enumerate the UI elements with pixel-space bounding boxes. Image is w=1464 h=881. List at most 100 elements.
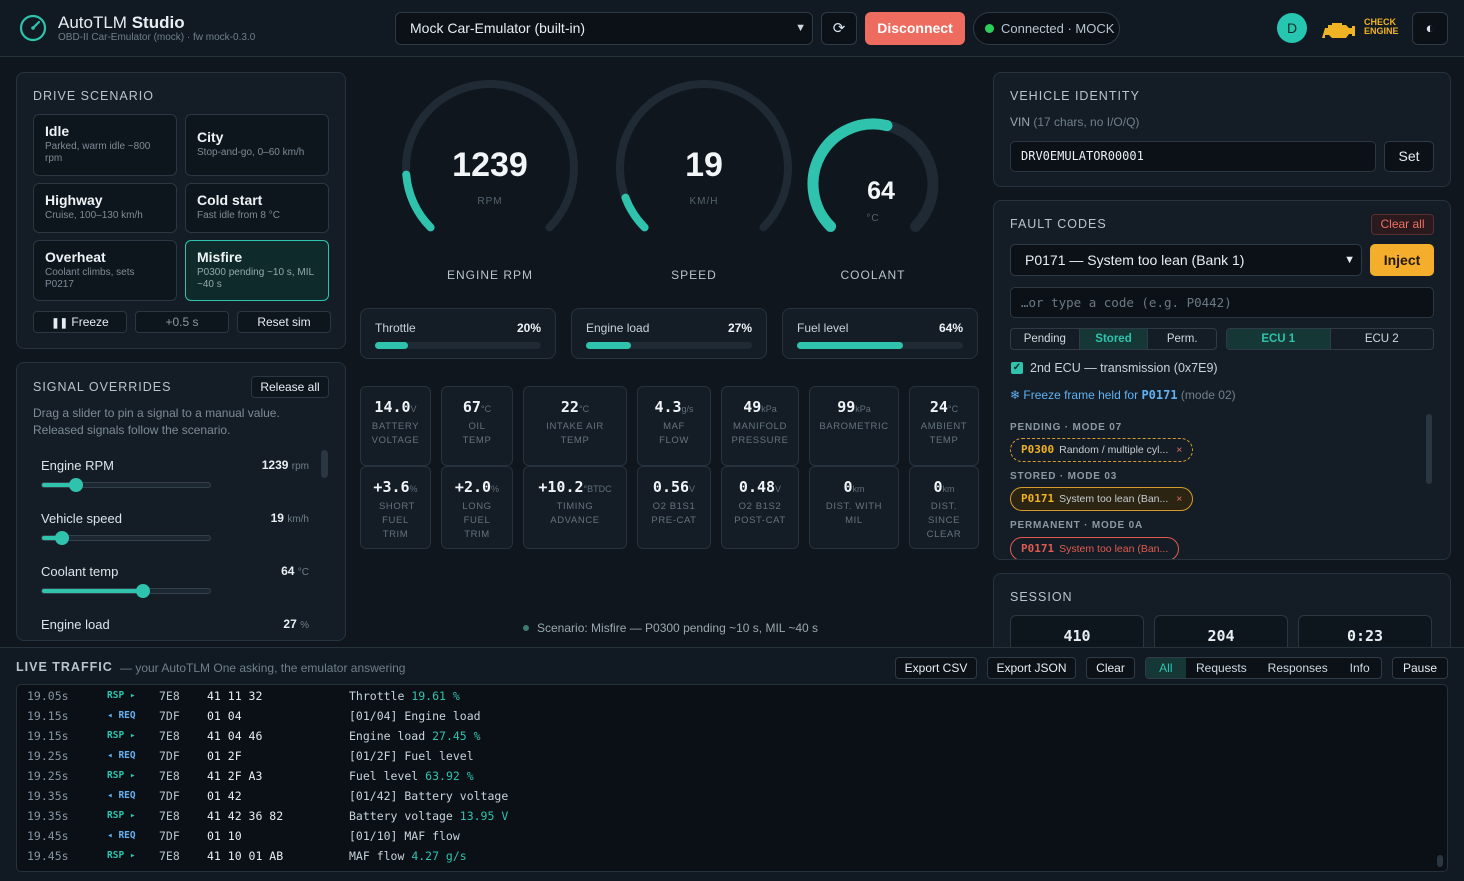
tile-manifold-pressure: 49kPa MANIFOLD PRESSURE	[721, 386, 799, 466]
log-bytes: 01 2F	[207, 749, 242, 763]
type-stored[interactable]: Stored	[1079, 329, 1149, 349]
log-bytes: 41 10 01 AB	[207, 849, 284, 863]
clear-log-button[interactable]: Clear	[1086, 657, 1135, 679]
pending-dtc-chip: P0300 Random / multiple cyl... ×	[1010, 438, 1194, 462]
refresh-button[interactable]: ⟳	[821, 12, 857, 45]
filter-info[interactable]: Info	[1338, 658, 1381, 678]
override-value: 1239 rpm	[261, 458, 309, 472]
engine-load-card: Engine load 27%	[571, 308, 767, 359]
engine-rpm-slider[interactable]	[41, 478, 211, 492]
tile-dist-with-mil: 0km DIST. WITH MIL	[809, 466, 899, 549]
vin-input[interactable]: DRV0EMULATOR00001	[1010, 141, 1376, 172]
ecu-1[interactable]: ECU 1	[1227, 329, 1331, 349]
remove-icon[interactable]: ×	[1176, 444, 1182, 456]
filter-responses[interactable]: Responses	[1257, 658, 1338, 678]
traffic-log[interactable]: 19.05s RSP ▸ 7E8 41 11 32 Throttle 19.61 % 19…	[16, 684, 1448, 872]
log-can-id: 7E8	[159, 809, 180, 823]
log-direction: RSP ▸	[107, 730, 136, 741]
tile-dist-since-clear: 0km DIST. SINCE CLEAR	[909, 466, 979, 549]
scenario-overheat[interactable]: Overheat Coolant climbs, sets P0217	[33, 240, 177, 301]
remove-icon[interactable]: ×	[1176, 493, 1182, 505]
filter-requests[interactable]: Requests	[1186, 658, 1257, 678]
pause-button[interactable]: Pause	[1392, 657, 1448, 679]
log-can-id: 7DF	[159, 749, 180, 763]
log-bytes: 01 10	[207, 829, 242, 843]
code-type-toggle: Pending Stored Perm.	[1010, 328, 1217, 350]
log-decoded: Battery voltage 13.95 V	[349, 809, 509, 823]
log-decoded: [01/04] Engine load	[349, 709, 481, 723]
log-can-id: 7E8	[159, 769, 180, 783]
step-button[interactable]: +0.5 s	[135, 311, 229, 333]
log-can-id: 7E8	[159, 729, 180, 743]
scrollbar-thumb[interactable]	[321, 450, 328, 478]
log-direction: RSP ▸	[107, 770, 136, 781]
tile-ambient-temp: 24°C AMBIENT TEMP	[909, 386, 979, 466]
coolant-temp-slider[interactable]	[41, 584, 211, 598]
permanent-dtc-chip: P0171 System too lean (Ban...	[1010, 537, 1180, 559]
coolant-label: COOLANT	[840, 268, 906, 282]
scenario-highway[interactable]: Highway Cruise, 100–130 km/h	[33, 183, 177, 233]
scrollbar-thumb[interactable]	[1437, 855, 1443, 867]
scrollbar-thumb[interactable]	[1426, 414, 1432, 484]
release-all-button[interactable]: Release all	[251, 376, 329, 398]
log-row: 19.45s RSP ▸ 7E8 41 10 01 AB MAF flow 4.27 g…	[17, 846, 1447, 866]
freeze-frame-note: ❄ Freeze frame held for P0171 (mode 02)	[1010, 388, 1236, 402]
traffic-filter: All Requests Responses Info	[1145, 657, 1382, 679]
filter-all[interactable]: All	[1146, 658, 1186, 678]
log-bytes: 01 04	[207, 709, 242, 723]
scenario-misfire[interactable]: Misfire P0300 pending ~10 s, MIL ~40 s	[185, 240, 329, 301]
scenario-idle[interactable]: Idle Parked, warm idle ~800 rpm	[33, 114, 177, 176]
tile-timing-advance: +10.2°BTDC TIMING ADVANCE	[523, 466, 627, 549]
tile-o2-post-cat: 0.48V O2 B1S2 POST-CAT	[721, 466, 799, 549]
export-json-button[interactable]: Export JSON	[987, 657, 1076, 679]
export-csv-button[interactable]: Export CSV	[895, 657, 977, 679]
log-row: 19.25s ◂ REQ 7DF 01 2F [01/2F] Fuel level	[17, 746, 1447, 766]
second-ecu-checkbox[interactable]: ✓	[1011, 362, 1023, 374]
disconnect-button[interactable]: Disconnect	[865, 12, 965, 45]
log-row: 19.15s ◂ REQ 7DF 01 04 [01/04] Engine load	[17, 706, 1447, 726]
freeze-button[interactable]: ❚❚ Freeze	[33, 311, 127, 333]
rpm-unit: RPM	[477, 196, 503, 207]
vehicle-speed-slider[interactable]	[41, 531, 211, 545]
log-can-id: 7DF	[159, 789, 180, 803]
check-engine-icon	[1322, 23, 1355, 38]
engine-load-bar-fill	[586, 342, 631, 349]
avatar[interactable]: D	[1277, 13, 1307, 43]
log-direction: ◂ REQ	[107, 710, 136, 721]
coolant-value: 64	[867, 177, 895, 205]
reset-sim-button[interactable]: Reset sim	[237, 311, 331, 333]
coolant-unit: °C	[866, 213, 880, 224]
connection-status: Connected · MOCK	[973, 12, 1120, 45]
tile-battery-voltage: 14.0V BATTERY VOLTAGE	[360, 386, 431, 466]
live-traffic-panel: LIVE TRAFFIC — your AutoTLM One asking, …	[0, 647, 1464, 881]
second-ecu-label: 2nd ECU — transmission (0x7E9)	[1030, 361, 1218, 375]
permanent-header: PERMANENT · MODE 0A	[1010, 520, 1143, 531]
scenario-city[interactable]: City Stop-and-go, 0–60 km/h	[185, 114, 329, 176]
session-panel: SESSION 410 204 0:23	[993, 573, 1451, 653]
type-pending[interactable]: Pending	[1011, 329, 1080, 349]
tile-short-fuel-trim: +3.6% SHORT FUEL TRIM	[360, 466, 431, 549]
log-row: 19.35s RSP ▸ 7E8 41 42 36 82 Battery voltage…	[17, 806, 1447, 826]
theme-toggle-button[interactable]: ◐	[1412, 12, 1448, 45]
coolant-gauge	[807, 118, 939, 232]
ecu-2[interactable]: ECU 2	[1331, 329, 1434, 349]
log-row: 19.15s RSP ▸ 7E8 41 04 46 Engine load 27.45 …	[17, 726, 1447, 746]
fault-code-select[interactable]: P0171 — System too lean (Bank 1) ▼	[1010, 244, 1362, 276]
set-vin-button[interactable]: Set	[1384, 141, 1434, 172]
log-decoded: MAF flow 4.27 g/s	[349, 849, 467, 863]
override-value: 64 °C	[281, 564, 309, 578]
log-time: 19.25s	[27, 769, 69, 783]
log-decoded: [01/42] Battery voltage	[349, 789, 509, 803]
scenario-cold-start[interactable]: Cold start Fast idle from 8 °C	[185, 183, 329, 233]
type-permanent[interactable]: Perm.	[1148, 329, 1216, 349]
log-bytes: 41 42 36 82	[207, 809, 284, 823]
inject-button[interactable]: Inject	[1370, 244, 1434, 276]
overrides-description: Drag a slider to pin a signal to a manua…	[33, 406, 280, 437]
contrast-icon: ◐	[1425, 20, 1435, 37]
status-dot-icon	[523, 625, 529, 631]
stored-header: STORED · MODE 03	[1010, 471, 1118, 482]
device-select[interactable]: Mock Car-Emulator (built-in) ▼	[395, 12, 813, 45]
pending-header: PENDING · MODE 07	[1010, 422, 1122, 433]
code-input[interactable]: …or type a code (e.g. P0442)	[1010, 287, 1434, 318]
clear-all-codes-button[interactable]: Clear all	[1371, 214, 1434, 235]
